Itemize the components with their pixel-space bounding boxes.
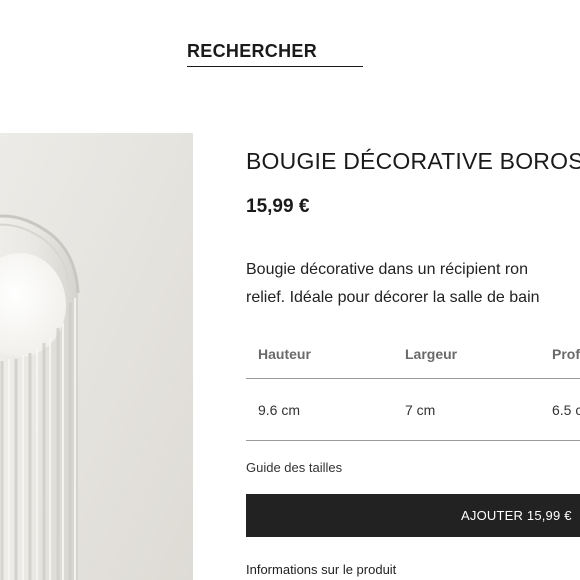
product-image[interactable] <box>0 133 193 580</box>
search-field[interactable]: RECHERCHER <box>187 40 363 67</box>
dimensions-table: Hauteur Largeur Prof 9.6 cm 7 cm 6.5 c <box>246 330 580 441</box>
value-depth: 6.5 c <box>552 402 580 418</box>
search-label: RECHERCHER <box>187 41 318 61</box>
dimensions-header-row: Hauteur Largeur Prof <box>246 330 580 379</box>
product-title: BOUGIE DÉCORATIVE BOROS <box>246 148 580 174</box>
description-line: Bougie décorative dans un récipient ron <box>246 261 528 278</box>
description-line: relief. Idéale pour décorer la salle de … <box>246 289 540 306</box>
product-description: Bougie décorative dans un récipient ron … <box>246 256 580 312</box>
product-page: RECHERCHER BOUGIE DÉCORATIVE BOROS 15,99… <box>0 0 580 580</box>
header-depth: Prof <box>552 346 580 362</box>
size-guide-link[interactable]: Guide des tailles <box>246 460 342 475</box>
add-to-cart-label: AJOUTER 15,99 € <box>461 508 572 523</box>
value-height: 9.6 cm <box>258 402 301 418</box>
glass-candle-image <box>0 133 193 580</box>
value-width: 7 cm <box>405 402 436 418</box>
product-price: 15,99 € <box>246 196 310 217</box>
product-info-link[interactable]: Informations sur le produit <box>246 562 396 577</box>
dimensions-value-row: 9.6 cm 7 cm 6.5 c <box>246 378 580 441</box>
header-width: Largeur <box>405 346 458 362</box>
add-to-cart-button[interactable]: AJOUTER 15,99 € <box>246 494 580 537</box>
header-height: Hauteur <box>258 346 311 362</box>
